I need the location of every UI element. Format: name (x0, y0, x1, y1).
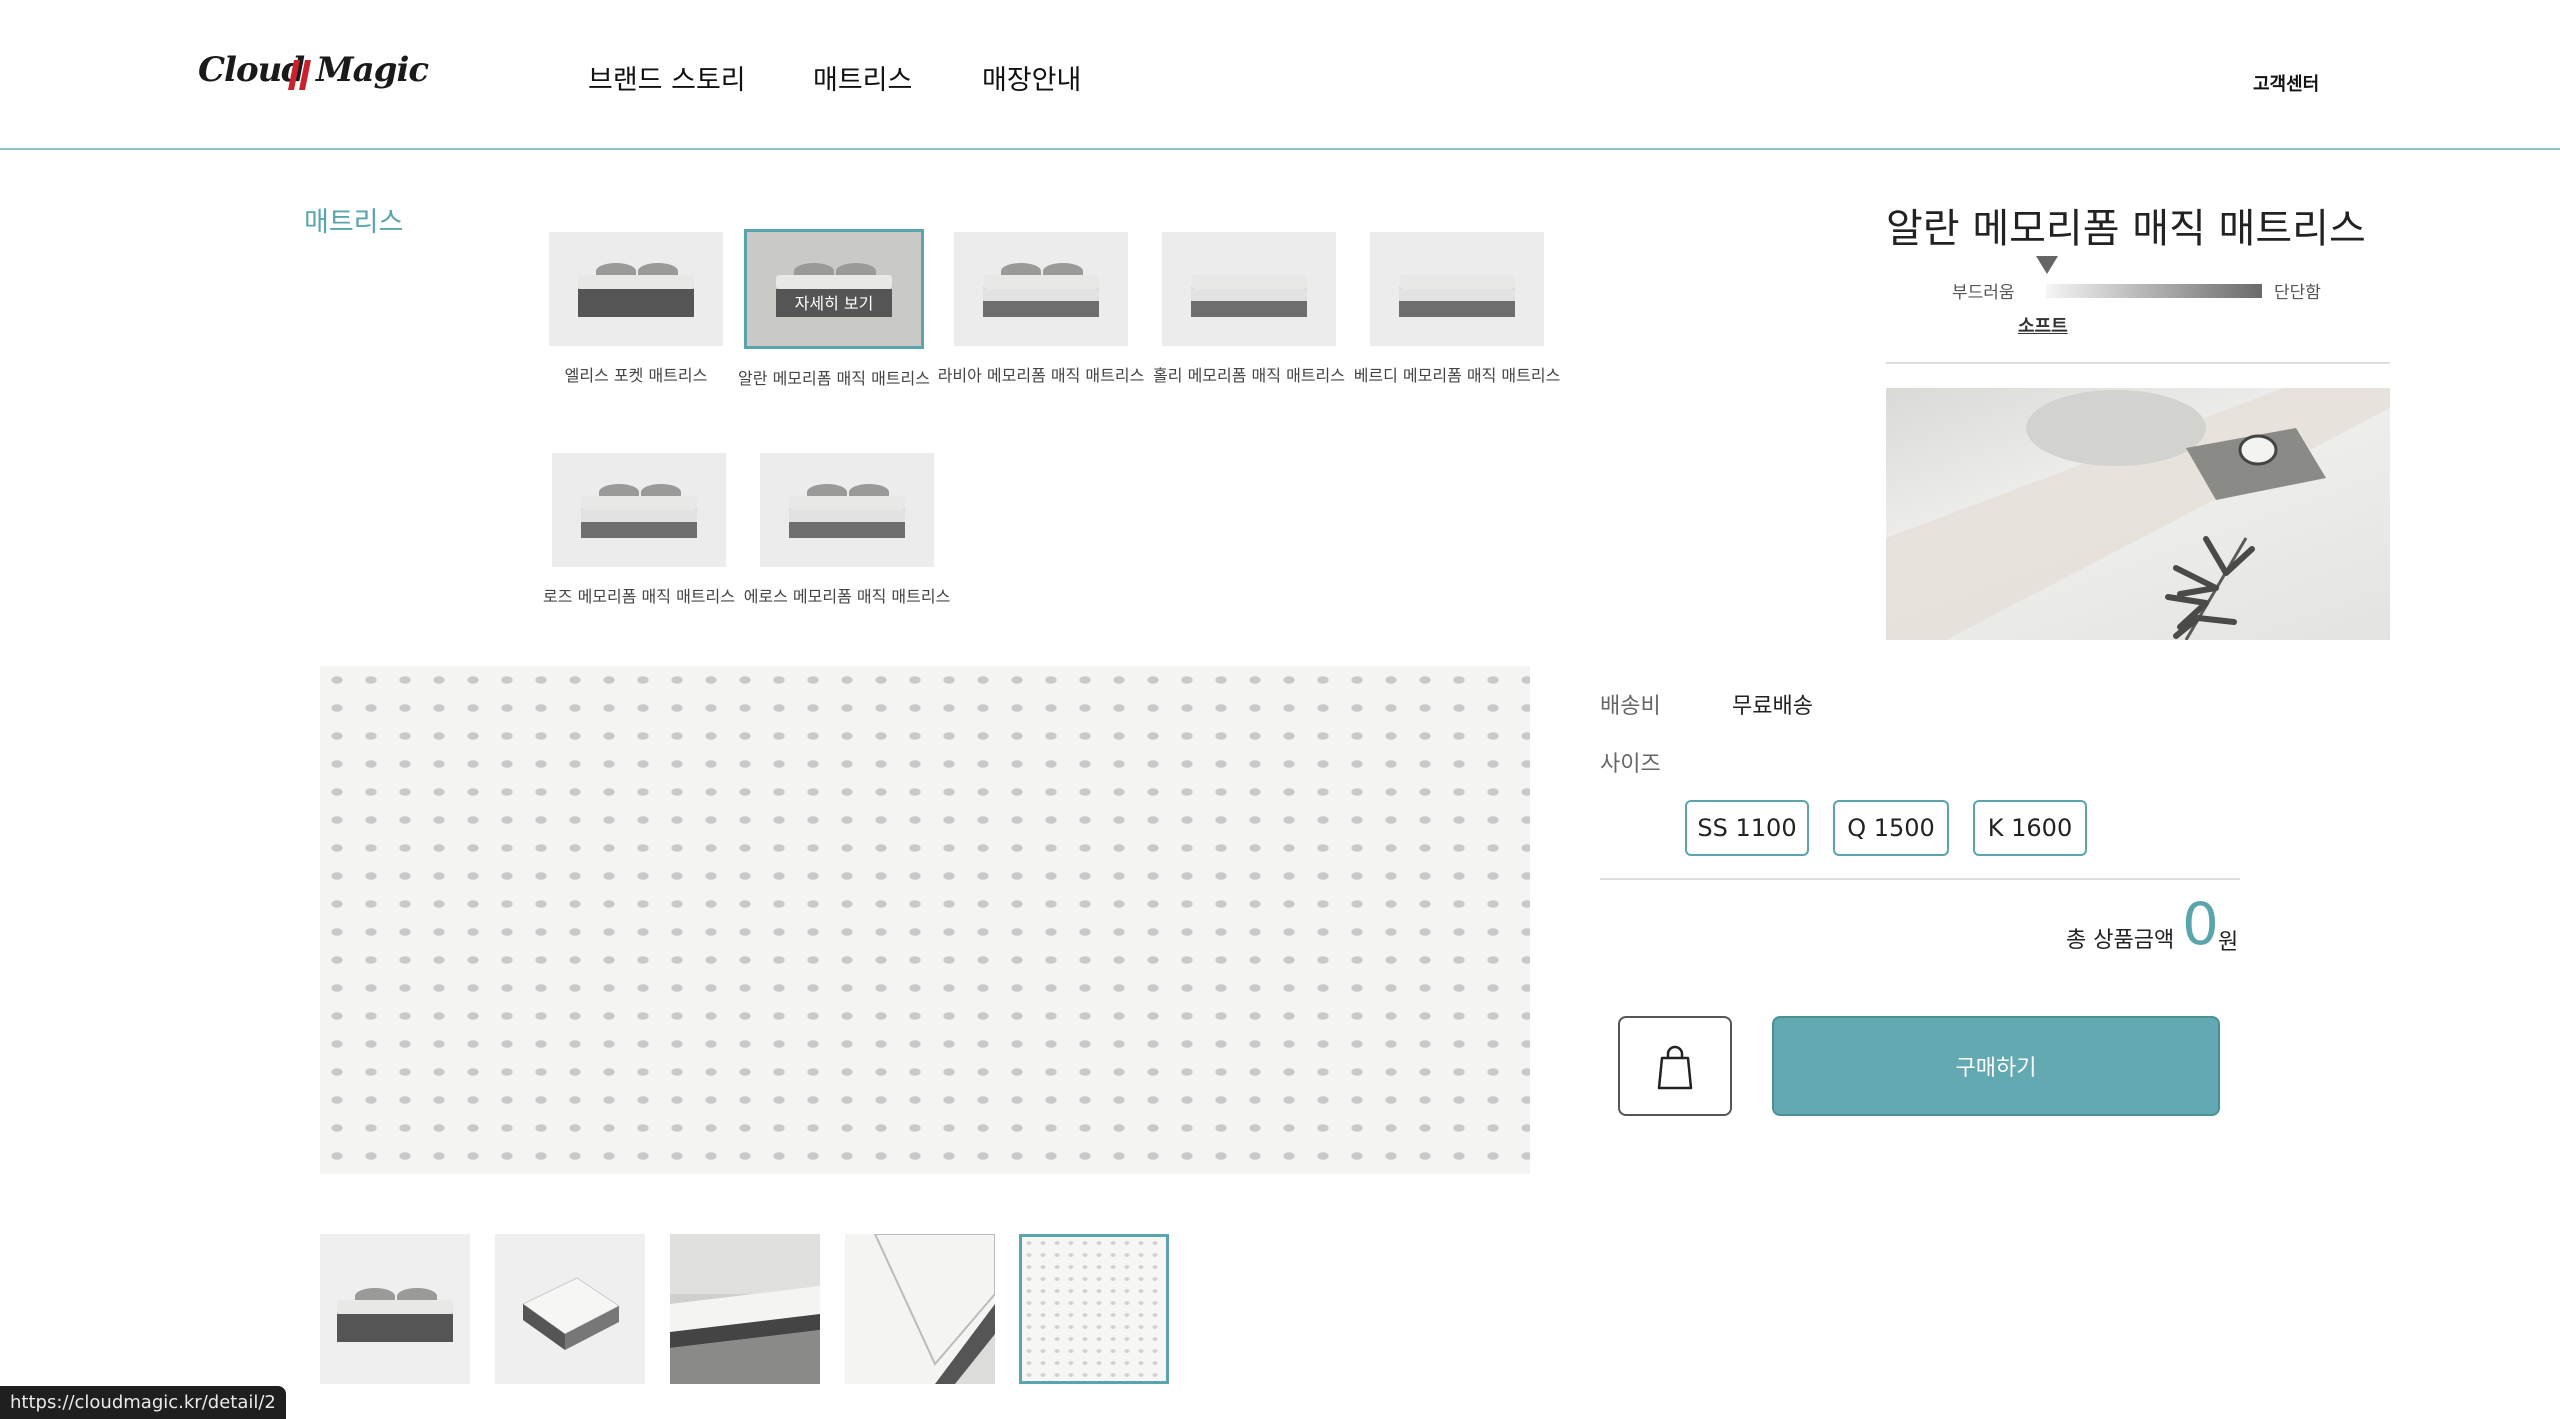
size-option-ss[interactable]: SS 1100 (1685, 800, 1809, 856)
product-name: 홀리 메모리폼 매직 매트리스 (1153, 366, 1345, 385)
product-thumbnail[interactable] (1370, 232, 1544, 346)
firmness-value: 소프트 (2018, 316, 2068, 337)
size-option-q[interactable]: Q 1500 (1833, 800, 1949, 856)
product-thumbnail[interactable] (549, 232, 723, 346)
nav-mattress[interactable]: 매트리스 (813, 58, 912, 97)
cart-button[interactable] (1618, 1016, 1732, 1116)
status-bar-url: https://cloudmagic.kr/detail/2 (0, 1386, 286, 1419)
total-price-amount: 0 (2182, 890, 2219, 958)
product-card[interactable]: 라비아 메모리폼 매직 매트리스 (936, 232, 1146, 386)
product-name: 알란 메모리폼 매직 매트리스 (738, 369, 930, 388)
divider (1600, 878, 2240, 880)
main-product-image (320, 666, 1530, 1174)
product-card[interactable]: 홀리 메모리폼 매직 매트리스 (1144, 232, 1354, 386)
product-thumbnail[interactable] (552, 453, 726, 567)
product-name: 에로스 메모리폼 매직 매트리스 (743, 587, 951, 606)
product-name: 라비아 메모리폼 매직 매트리스 (937, 366, 1145, 385)
cloudmagic-logo[interactable]: Cloud Magic (198, 50, 429, 106)
firmness-scale: 부드러움 단단함 소프트 (1952, 256, 2332, 346)
lifestyle-image (1886, 388, 2390, 640)
product-thumbnail[interactable] (1162, 232, 1336, 346)
gallery-thumb-4[interactable] (845, 1234, 995, 1384)
buy-button[interactable]: 구매하기 (1772, 1016, 2220, 1116)
firmness-firm-label: 단단함 (2274, 283, 2321, 303)
gallery-thumb-3[interactable] (670, 1234, 820, 1384)
view-detail-overlay[interactable]: 자세히 보기 (747, 290, 921, 314)
product-thumbnail[interactable]: 자세히 보기 (744, 229, 924, 349)
gallery-thumb-5-selected[interactable] (1019, 1234, 1169, 1384)
currency-unit: 원 (2218, 930, 2239, 955)
mattress-corner-image (845, 1234, 995, 1384)
mattress-room-image (670, 1234, 820, 1384)
product-thumbnail[interactable] (760, 453, 934, 567)
size-label: 사이즈 (1600, 752, 1661, 777)
shipping-value: 무료배송 (1732, 694, 1813, 719)
firmness-soft-label: 부드러움 (1952, 283, 2015, 303)
nav-store-info[interactable]: 매장안내 (982, 58, 1081, 97)
product-card[interactable]: 베르디 메모리폼 매직 매트리스 (1352, 232, 1562, 386)
customer-center-link[interactable]: 고객센터 (2253, 70, 2319, 96)
logo-word-2: Magic (316, 50, 429, 90)
product-card[interactable]: 로즈 메모리폼 매직 매트리스 (534, 453, 744, 607)
firmness-marker-icon (2036, 256, 2058, 274)
gallery-thumb-2[interactable] (495, 1234, 645, 1384)
shopping-bag-icon (1657, 1045, 1693, 1090)
logo-slash-mark (288, 60, 311, 90)
size-option-k[interactable]: K 1600 (1973, 800, 2087, 856)
product-name: 로즈 메모리폼 매직 매트리스 (543, 587, 735, 606)
product-thumbnail[interactable] (954, 232, 1128, 346)
mattress-box-image (522, 1277, 620, 1350)
total-price-label: 총 상품금액 (2066, 928, 2175, 953)
category-title: 매트리스 (304, 207, 404, 238)
product-card-selected[interactable]: 자세히 보기 알란 메모리폼 매직 매트리스 (729, 229, 939, 389)
product-title: 알란 메모리폼 매직 매트리스 (1886, 206, 2366, 252)
firmness-gradient-bar (2046, 284, 2262, 298)
product-card[interactable]: 에로스 메모리폼 매직 매트리스 (742, 453, 952, 607)
product-name: 베르디 메모리폼 매직 매트리스 (1353, 366, 1561, 385)
nav-brand-story[interactable]: 브랜드 스토리 (588, 58, 746, 97)
divider (1886, 362, 2390, 364)
product-card[interactable]: 엘리스 포켓 매트리스 (531, 232, 741, 386)
lifestyle-illustration (1886, 388, 2390, 640)
gallery-thumb-1[interactable] (320, 1234, 470, 1384)
shipping-label: 배송비 (1600, 694, 1661, 719)
product-name: 엘리스 포켓 매트리스 (564, 366, 708, 385)
